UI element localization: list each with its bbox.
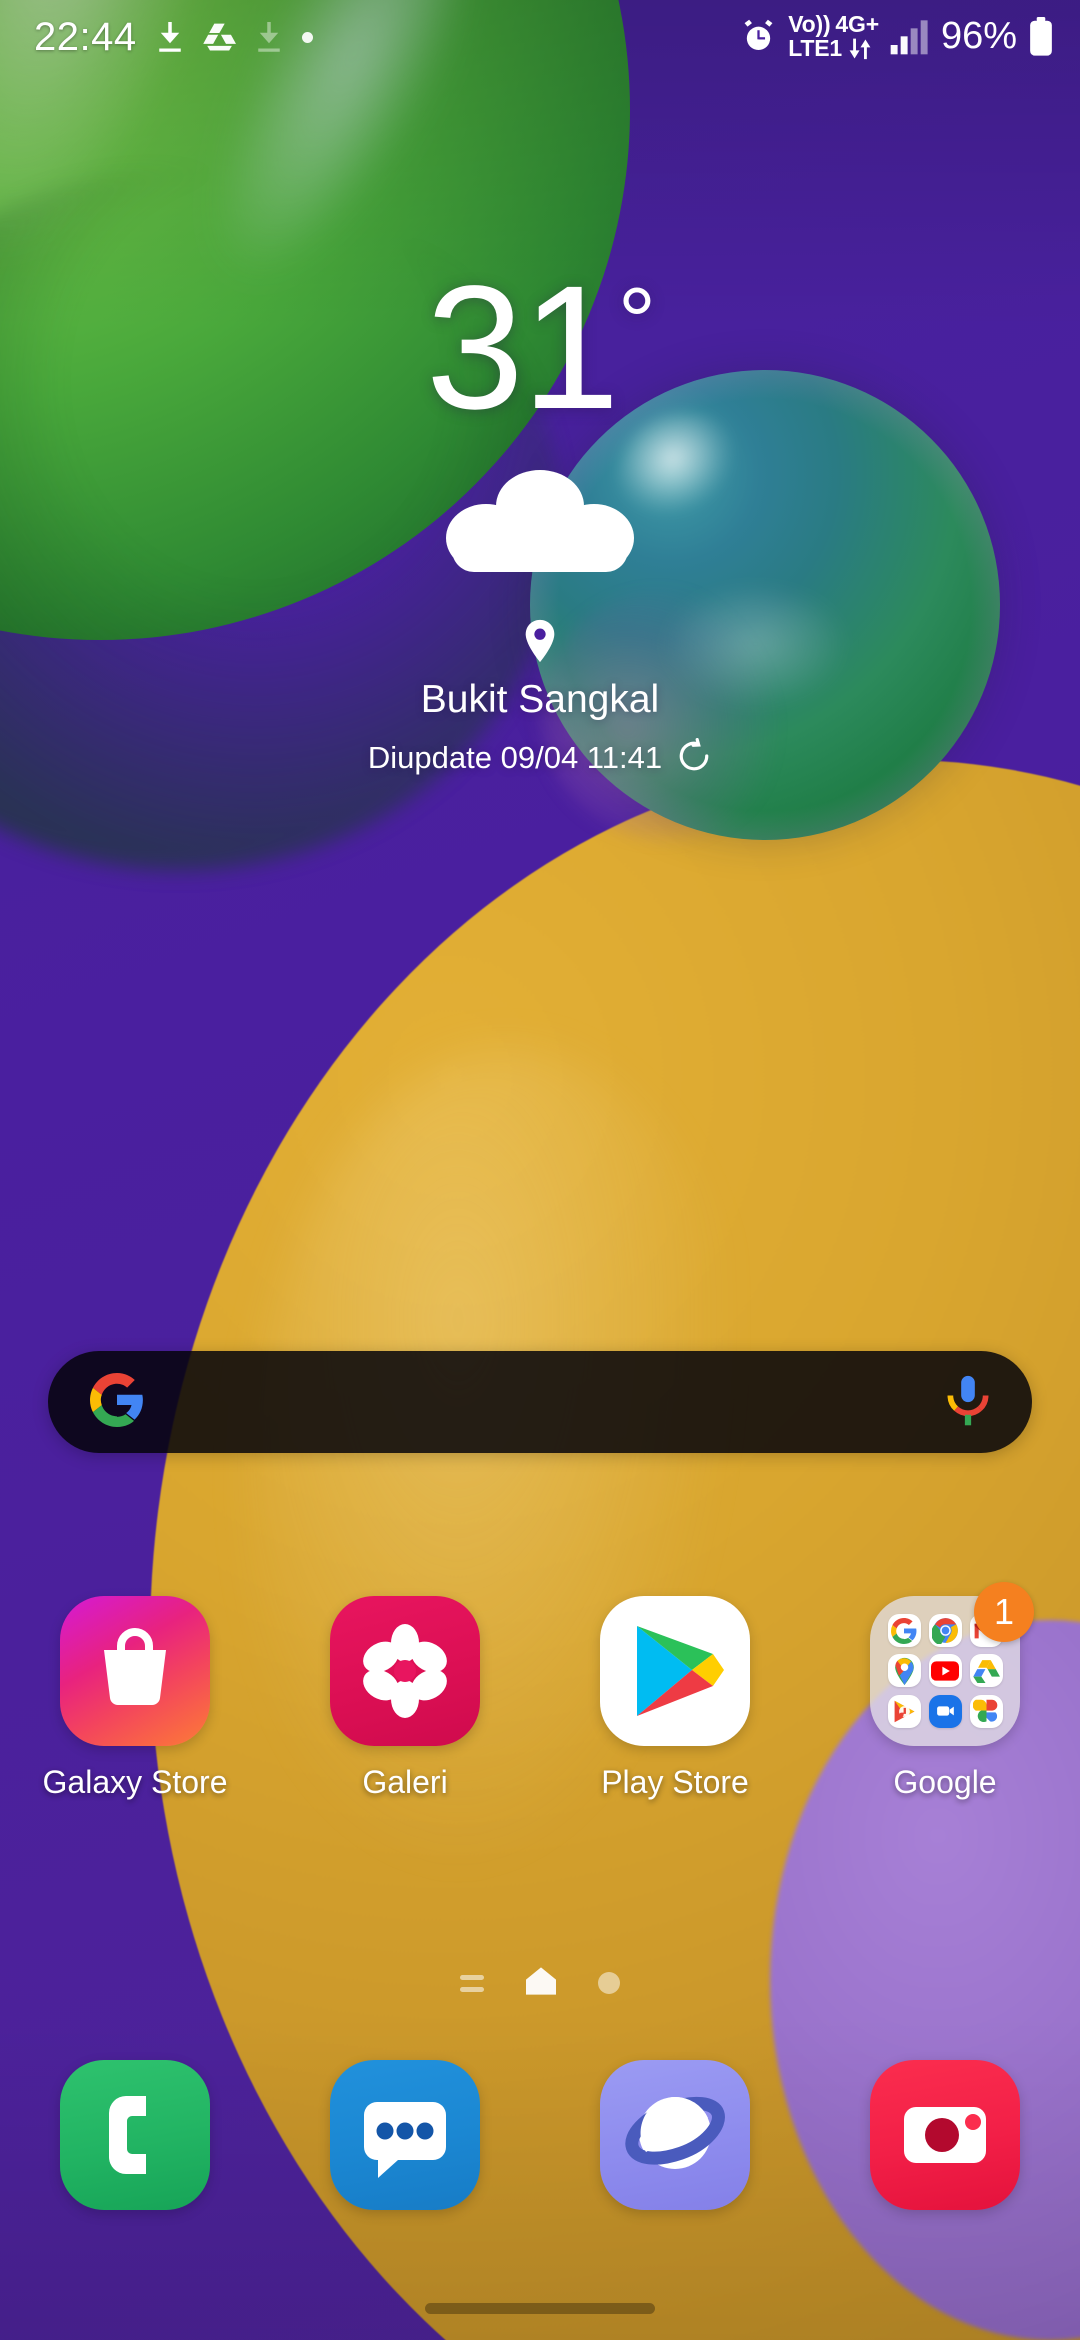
network-top-row: Vo)) 4G+: [788, 11, 879, 38]
network-label: LTE1: [788, 35, 842, 62]
google-maps-icon: [887, 1654, 921, 1688]
google-search-bar[interactable]: [48, 1351, 1032, 1453]
app-galaxy-store[interactable]: Galaxy Store: [0, 1596, 270, 1801]
google-duo-icon: [928, 1694, 962, 1728]
weather-temperature: 31°: [426, 260, 656, 436]
data-type-label: 4G+: [835, 11, 879, 38]
weather-updated-group[interactable]: Diupdate 09/04 11:41: [367, 737, 712, 779]
folder-notification-badge: 1: [974, 1582, 1034, 1642]
app-google-folder[interactable]: 1 Google: [810, 1582, 1080, 1801]
dock-internet[interactable]: [540, 2060, 810, 2210]
status-bar[interactable]: 22:44 Vo)) 4G+ LTE1 96%: [0, 0, 1080, 74]
google-drive-icon: [969, 1654, 1003, 1688]
navigation-bar[interactable]: [0, 2276, 1080, 2340]
status-bar-right: Vo)) 4G+ LTE1 96%: [740, 11, 1054, 62]
page-indicator[interactable]: [0, 1960, 1080, 2006]
notification-dot-icon: [301, 31, 313, 43]
app-list-indicator[interactable]: [460, 1974, 484, 1992]
volte-label: Vo)): [788, 11, 831, 38]
home-page-indicator[interactable]: [524, 1966, 558, 2001]
download-dim-icon: [257, 22, 280, 52]
battery-percent-label: 96%: [940, 15, 1017, 58]
signal-bars-icon: [890, 20, 928, 55]
refresh-icon[interactable]: [676, 737, 712, 779]
gallery-icon[interactable]: [330, 1596, 480, 1746]
weather-widget[interactable]: 31° Bukit Sangkal Diupdate 09/04 11:41: [0, 260, 1080, 779]
camera-icon[interactable]: [870, 2060, 1020, 2210]
google-drive-icon: [202, 23, 236, 51]
network-indicator-group: Vo)) 4G+ LTE1: [788, 11, 879, 62]
status-bar-left: 22:44: [34, 15, 313, 60]
battery-full-icon: [1030, 16, 1052, 56]
app-play-store[interactable]: Play Store: [540, 1596, 810, 1801]
data-transfer-arrows-icon: [849, 38, 871, 59]
phone-icon[interactable]: [60, 2060, 210, 2210]
dock: [0, 2060, 1080, 2210]
dock-camera[interactable]: [810, 2060, 1080, 2210]
weather-city-label: Bukit Sangkal: [420, 677, 660, 721]
galaxy-store-icon[interactable]: [60, 1596, 210, 1746]
dock-messages[interactable]: [270, 2060, 540, 2210]
status-bar-clock: 22:44: [34, 14, 137, 59]
play-store-icon[interactable]: [600, 1596, 750, 1746]
app-label: Galaxy Store: [42, 1764, 228, 1800]
chrome-icon: [928, 1614, 962, 1648]
gesture-handle[interactable]: [425, 2302, 655, 2314]
alarm-clock-icon: [744, 20, 773, 51]
google-play-music-icon: [887, 1694, 921, 1728]
app-label: Play Store: [601, 1764, 749, 1800]
weather-location-group: Bukit Sangkal: [421, 619, 659, 722]
app-label: Galeri: [362, 1764, 448, 1800]
google-search-icon: [887, 1614, 921, 1648]
dock-phone[interactable]: [0, 2060, 270, 2210]
cloud-icon: [446, 466, 634, 581]
location-pin-icon: [523, 619, 557, 668]
app-gallery[interactable]: Galeri: [270, 1596, 540, 1801]
google-photos-icon: [969, 1694, 1003, 1728]
temperature-value: 31: [425, 250, 620, 446]
weather-updated-label: Diupdate 09/04 11:41: [367, 740, 663, 776]
google-folder-icon[interactable]: 1: [870, 1582, 1034, 1746]
google-assistant-mic-icon[interactable]: [946, 1373, 990, 1432]
internet-icon[interactable]: [600, 2060, 750, 2210]
app-label: Google: [893, 1764, 997, 1800]
download-icon: [158, 22, 181, 52]
network-bottom-row: LTE1: [788, 35, 873, 62]
google-g-icon[interactable]: [90, 1372, 144, 1432]
page-dot-indicator[interactable]: [598, 1972, 620, 1994]
degree-symbol: °: [617, 268, 656, 375]
home-app-grid: Galaxy Store Galeri Play Store 1 Google: [0, 1582, 1080, 1801]
youtube-icon: [928, 1654, 962, 1688]
messages-icon[interactable]: [330, 2060, 480, 2210]
